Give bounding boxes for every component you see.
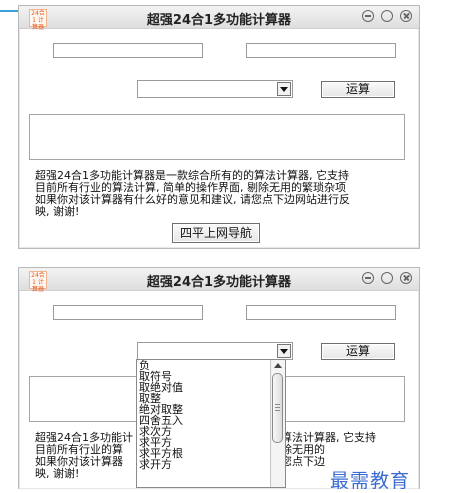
close-icon[interactable] [400,10,412,22]
minimize-icon[interactable] [362,272,374,284]
maximize-icon[interactable] [381,272,393,284]
description-text-right: 算法计算器, 它支持 除无用的 您点下边 [281,432,411,468]
grip-icon [275,404,280,412]
description-line: 映, 谢谢! [35,467,80,480]
minimize-icon[interactable] [362,10,374,22]
watermark-text: 最需教育 [330,470,411,492]
scroll-up-icon[interactable] [274,363,282,368]
calculator-window: 24合1 计算器 超强24合1多功能计算器 运算 超强24合1多功能计算器是一款… [18,5,420,249]
dropdown-option[interactable]: 求开方 [137,459,285,470]
window-title: 超强24合1多功能计算器 [146,13,292,28]
operand2-input[interactable] [246,305,396,320]
maximize-icon[interactable] [381,10,393,22]
description-line: 如果你对该计算器有什么好的意见和建议, 请您点下边网站进行反 [35,193,350,206]
result-display [29,114,405,160]
operation-dropdown-list[interactable]: 负 取符号 取绝对值 取整 绝对取整 四舍五入 求次方 求平方 求平方根 求开方 [136,359,286,488]
operand1-input[interactable] [53,43,203,58]
description-text-left: 超强24合1多功能计 目前所有行业的算 如果你对该计算器 映, 谢谢! [35,432,143,480]
chevron-down-icon[interactable] [277,82,291,96]
operand2-input[interactable] [246,43,396,58]
title-bar[interactable]: 24合1 计算器 超强24合1多功能计算器 [19,268,419,293]
window-title: 超强24合1多功能计算器 [146,275,292,290]
accent-line [0,10,18,12]
operation-select[interactable] [137,80,293,98]
close-icon[interactable] [400,272,412,284]
scrollbar-thumb[interactable] [272,373,283,443]
title-bar[interactable]: 24合1 计算器 超强24合1多功能计算器 [19,6,419,31]
calculate-button[interactable]: 运算 [321,343,395,360]
dropdown-scrollbar[interactable] [270,360,285,487]
operation-select[interactable] [137,342,293,360]
navigation-link-button[interactable]: 四平上网导航 [172,223,260,243]
description-line: 映, 谢谢! [35,205,80,218]
chevron-down-icon[interactable] [277,344,291,358]
description-text: 超强24合1多功能计算器是一款综合所有的的算法计算器, 它支持 目前所有行业的算… [35,170,415,218]
operand1-input[interactable] [53,305,203,320]
calculate-button[interactable]: 运算 [321,81,395,98]
